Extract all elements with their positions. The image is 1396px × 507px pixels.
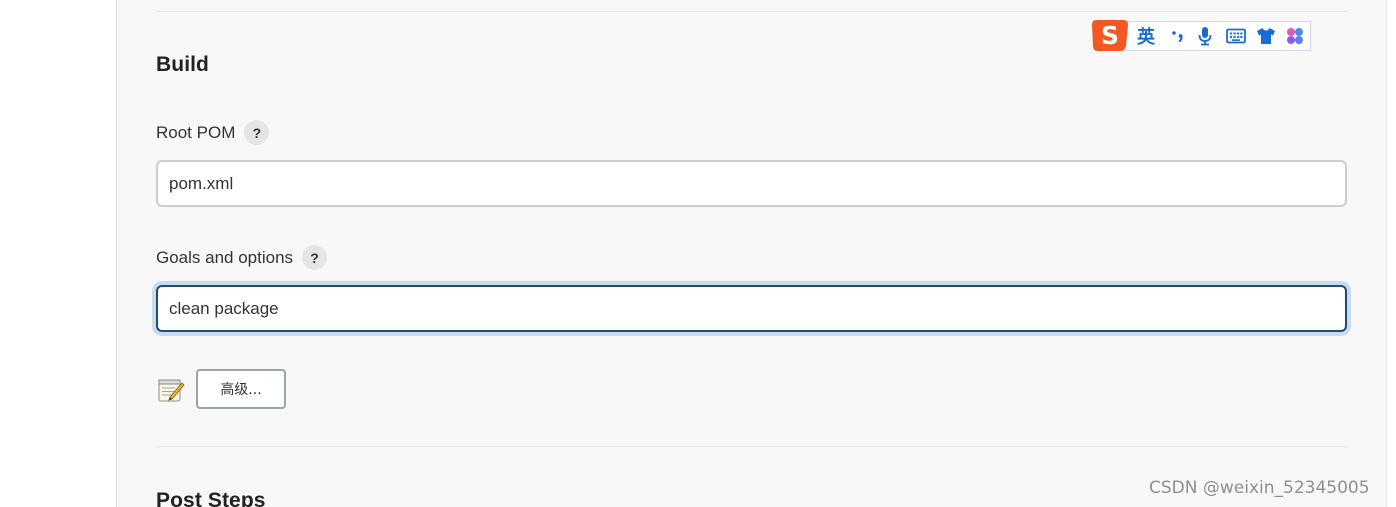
root-pom-input[interactable]	[156, 160, 1347, 207]
build-section-title: Build	[156, 53, 209, 76]
left-sidebar-gutter	[0, 0, 116, 507]
root-pom-help-button[interactable]: ?	[244, 120, 270, 145]
goals-options-help-button[interactable]: ?	[302, 245, 328, 270]
notepad-edit-icon[interactable]	[157, 375, 185, 403]
page: Build Root POM ? Goals and options ? 高级.…	[0, 0, 1396, 507]
goals-options-label-row: Goals and options ?	[156, 245, 328, 270]
more-apps-icon[interactable]	[1283, 24, 1307, 48]
sogou-logo-icon[interactable]: S	[1090, 16, 1130, 53]
microphone-icon[interactable]	[1194, 24, 1216, 48]
ime-toolbar[interactable]: S 英	[1090, 16, 1312, 53]
goals-options-input[interactable]	[156, 285, 1347, 332]
skin-shirt-icon[interactable]	[1254, 24, 1278, 48]
keyboard-icon[interactable]	[1224, 24, 1248, 48]
section-divider-bottom	[156, 446, 1348, 447]
csdn-watermark: CSDN @weixin_52345005	[1149, 478, 1370, 498]
sogou-logo-letter: S	[1101, 21, 1119, 50]
advanced-button[interactable]: 高级...	[196, 369, 286, 409]
section-divider-top	[156, 11, 1348, 12]
goals-options-label: Goals and options	[156, 247, 294, 267]
root-pom-label: Root POM	[156, 122, 236, 142]
ime-language-toggle[interactable]: 英	[1134, 24, 1158, 48]
root-pom-label-row: Root POM ?	[156, 120, 270, 145]
post-steps-section-title: Post Steps	[156, 489, 266, 507]
punctuation-icon[interactable]	[1166, 24, 1188, 48]
